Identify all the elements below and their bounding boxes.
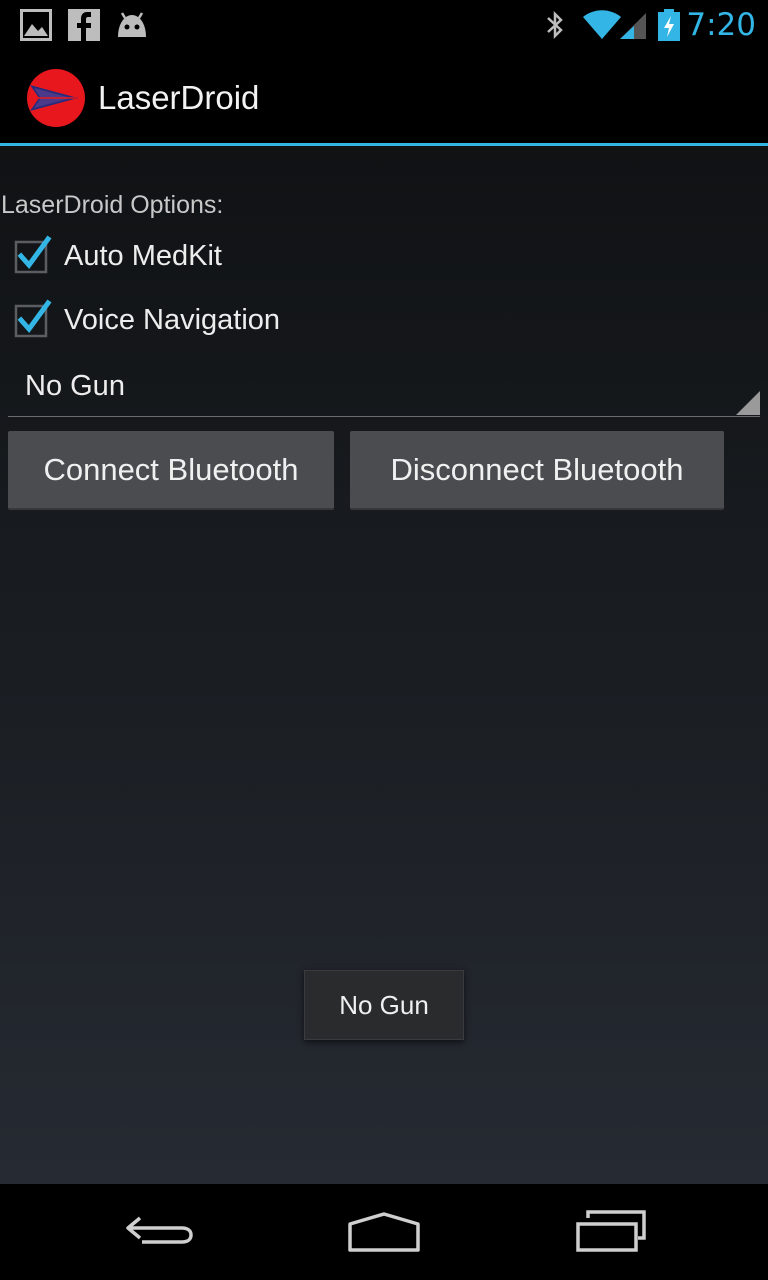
battery-charging-icon (656, 9, 682, 41)
wifi-icon (582, 9, 622, 41)
spinner-arrow-icon (736, 391, 760, 415)
checkbox-checked-icon[interactable] (14, 235, 52, 274)
disconnect-bluetooth-button[interactable]: Disconnect Bluetooth (350, 431, 724, 510)
connect-bluetooth-button[interactable]: Connect Bluetooth (8, 431, 334, 510)
navigation-bar (0, 1184, 768, 1280)
status-bar: 7:20 (0, 0, 768, 50)
recent-apps-icon[interactable] (570, 1206, 650, 1256)
laserdroid-logo-icon[interactable] (26, 68, 86, 128)
auto-medkit-checkbox[interactable]: Auto MedKit (14, 231, 222, 281)
options-label: LaserDroid Options: (1, 191, 224, 219)
gun-spinner[interactable]: No Gun (8, 360, 760, 417)
android-icon (114, 9, 150, 41)
action-bar: LaserDroid (0, 50, 768, 146)
facebook-icon (68, 9, 100, 41)
status-clock: 7:20 (686, 7, 756, 43)
toast-message: No Gun (304, 970, 464, 1040)
signal-icon (618, 9, 648, 41)
main-content: LaserDroid Options: Auto MedKit Voice Na… (0, 146, 768, 1184)
auto-medkit-label: Auto MedKit (64, 239, 222, 272)
voice-navigation-label: Voice Navigation (64, 303, 281, 336)
home-icon[interactable] (344, 1206, 424, 1256)
checkbox-checked-icon[interactable] (14, 299, 52, 338)
bluetooth-icon (542, 9, 568, 41)
back-icon[interactable] (120, 1206, 200, 1256)
voice-navigation-checkbox[interactable]: Voice Navigation (14, 295, 280, 345)
app-title: LaserDroid (98, 79, 260, 116)
gallery-icon (20, 9, 52, 41)
screen: 7:20 LaserDroid LaserDroid Options: Auto (0, 0, 768, 1280)
spinner-selected-value: No Gun (25, 370, 125, 402)
